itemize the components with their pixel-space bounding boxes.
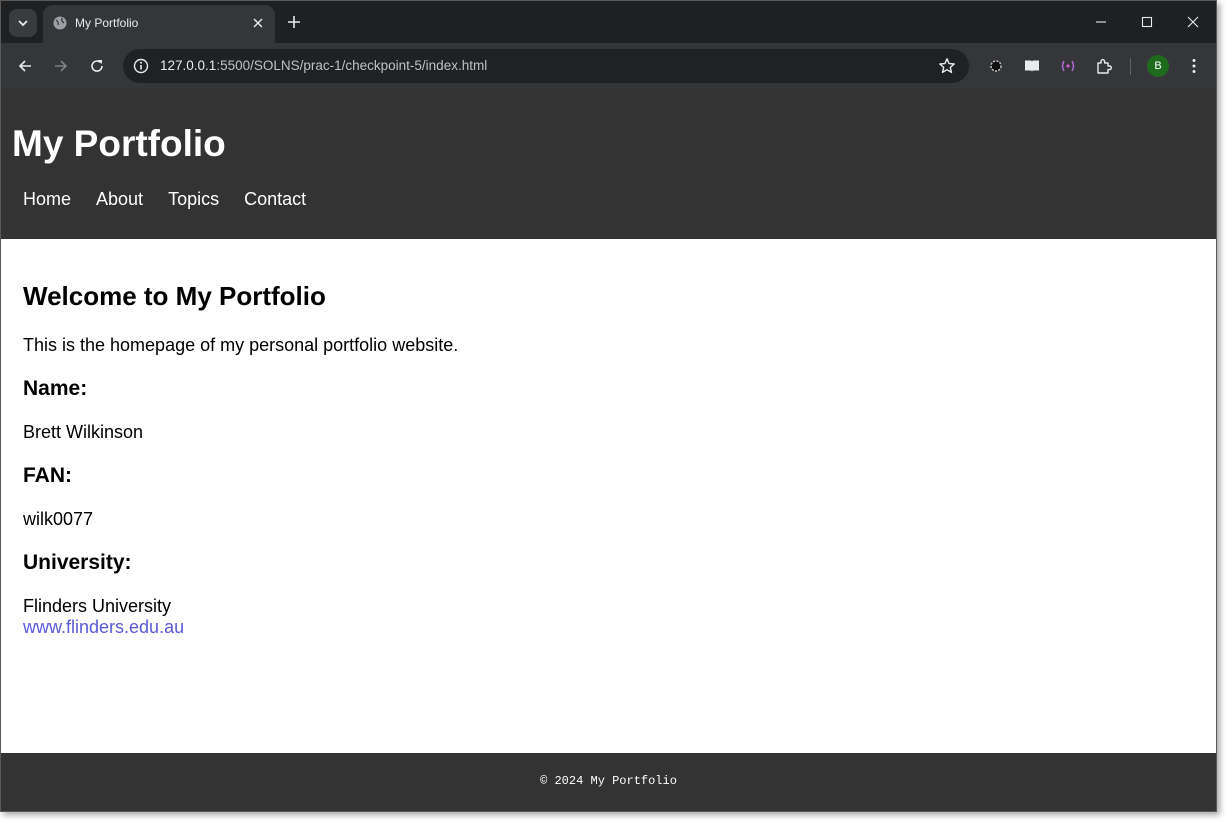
puzzle-piece-icon xyxy=(1097,59,1112,74)
intro-text: This is the homepage of my personal port… xyxy=(23,335,459,355)
new-tab-button[interactable] xyxy=(284,12,304,32)
university-link[interactable]: www.flinders.edu.au xyxy=(23,617,184,638)
sun-extension-icon xyxy=(990,60,1002,72)
plus-icon xyxy=(288,16,300,28)
footer-copyright: © 2024 My Portfolio xyxy=(540,774,677,788)
page-viewport: My Portfolio Home About Topics Contact W… xyxy=(1,89,1216,811)
tab-search-button[interactable] xyxy=(9,9,37,37)
forward-button[interactable] xyxy=(50,55,72,77)
close-icon xyxy=(253,18,263,28)
minimize-icon xyxy=(1096,21,1106,23)
reload-icon xyxy=(91,60,103,72)
nav-link-about[interactable]: About xyxy=(96,189,143,210)
university-heading: University: xyxy=(23,551,132,574)
site-info-icon[interactable] xyxy=(133,58,149,74)
nav-link-topics[interactable]: Topics xyxy=(168,189,219,210)
browser-window: My Portfolio 127.0.0.1:5500/SOLNS/prac-1… xyxy=(0,0,1217,812)
bookmark-star-icon[interactable] xyxy=(938,57,956,75)
site-header: My Portfolio Home About Topics Contact xyxy=(1,89,1216,239)
site-title: My Portfolio xyxy=(12,123,226,164)
maximize-button[interactable] xyxy=(1124,1,1170,43)
back-button[interactable] xyxy=(14,55,36,77)
profile-avatar[interactable]: B xyxy=(1147,55,1169,77)
close-icon xyxy=(1187,16,1199,28)
nav-link-home[interactable]: Home xyxy=(23,189,71,210)
minimize-button[interactable] xyxy=(1078,1,1124,43)
toolbar-separator xyxy=(1130,58,1131,75)
url-host: 127.0.0.1 xyxy=(160,58,217,73)
tab-strip: My Portfolio xyxy=(1,1,1216,43)
book-icon xyxy=(1025,60,1039,72)
tab-my-portfolio[interactable]: My Portfolio xyxy=(43,5,275,43)
address-bar[interactable]: 127.0.0.1:5500/SOLNS/prac-1/checkpoint-5… xyxy=(123,49,969,83)
tab-title: My Portfolio xyxy=(75,16,139,30)
close-tab-button[interactable] xyxy=(249,14,267,32)
nav-link-contact[interactable]: Contact xyxy=(244,189,306,210)
more-vertical-icon xyxy=(1192,59,1196,73)
arrow-right-icon xyxy=(55,60,68,72)
university-value: Flinders University xyxy=(23,596,172,616)
maximize-icon xyxy=(1141,16,1153,28)
site-nav: Home About Topics Contact xyxy=(23,189,331,210)
globe-icon xyxy=(53,16,67,30)
reload-button[interactable] xyxy=(86,55,108,77)
fan-value: wilk0077 xyxy=(23,509,94,529)
extension-sun-button[interactable] xyxy=(985,55,1007,77)
extension-wave-button[interactable] xyxy=(1057,55,1079,77)
site-footer: © 2024 My Portfolio xyxy=(1,753,1216,811)
fan-heading: FAN: xyxy=(23,464,72,487)
arrow-left-icon xyxy=(18,60,31,72)
url-path: :5500/SOLNS/prac-1/checkpoint-5/index.ht… xyxy=(216,58,488,73)
reading-mode-button[interactable] xyxy=(1021,55,1043,77)
close-window-button[interactable] xyxy=(1170,1,1216,43)
chevron-down-icon xyxy=(18,20,28,27)
welcome-heading: Welcome to My Portfolio xyxy=(23,281,326,311)
url-text: 127.0.0.1:5500/SOLNS/prac-1/checkpoint-5… xyxy=(160,58,487,73)
extensions-button[interactable] xyxy=(1093,55,1115,77)
broadcast-icon xyxy=(1061,60,1075,72)
browser-menu-button[interactable] xyxy=(1183,55,1205,77)
name-value: Brett Wilkinson xyxy=(23,422,144,442)
browser-toolbar: 127.0.0.1:5500/SOLNS/prac-1/checkpoint-5… xyxy=(1,43,1216,89)
name-heading: Name: xyxy=(23,377,88,400)
